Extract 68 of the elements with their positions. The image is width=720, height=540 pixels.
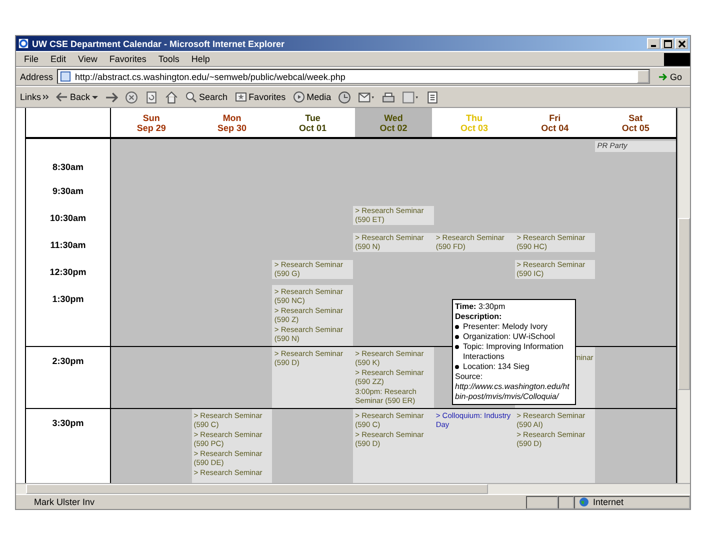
description-label: Description: xyxy=(455,312,502,321)
browser-logo-icon xyxy=(18,38,29,49)
day-header: Thu Oct 03 xyxy=(459,112,489,135)
back-arrow-icon xyxy=(56,92,68,102)
star-folder-icon xyxy=(234,91,247,103)
menu-item[interactable]: Favorites xyxy=(109,54,146,64)
search-button[interactable]: Search xyxy=(185,91,228,103)
time-label: 3:30pm xyxy=(52,418,84,428)
event-time: 3:30pm xyxy=(478,302,506,311)
time-label: 11:30am xyxy=(50,240,86,250)
forward-arrow-icon[interactable] xyxy=(105,90,118,104)
time-label: 12:30pm xyxy=(50,267,86,277)
globe-icon xyxy=(579,497,589,507)
minimize-button[interactable] xyxy=(647,38,660,49)
play-icon xyxy=(292,91,305,103)
time-label: 2:30pm xyxy=(52,356,84,366)
close-icon xyxy=(678,40,686,48)
day-header: Mon Sep 30 xyxy=(216,112,248,135)
status-text: Mark Ulster Inv xyxy=(33,497,96,507)
menu-item[interactable]: Tools xyxy=(158,54,180,64)
refresh-icon[interactable] xyxy=(145,90,158,104)
maximize-button[interactable] xyxy=(661,38,674,49)
time-label: 10:30am xyxy=(50,213,86,223)
description-item: Location: 134 Sieg xyxy=(463,362,530,372)
minimize-icon xyxy=(651,45,656,47)
time-label: Time: xyxy=(455,302,476,311)
description-item: Presenter: Melody Ivory xyxy=(463,322,548,332)
menu-item[interactable]: File xyxy=(24,54,39,64)
edit-icon[interactable] xyxy=(402,90,420,104)
home-icon[interactable] xyxy=(165,90,178,104)
close-button[interactable] xyxy=(675,38,688,49)
favorites-button[interactable]: Favorites xyxy=(234,91,286,103)
media-button[interactable]: Media xyxy=(292,91,332,103)
time-label: 9:30am xyxy=(52,186,84,196)
time-label: 1:30pm xyxy=(52,294,84,304)
maximize-icon xyxy=(664,40,672,48)
time-label: 8:30am xyxy=(52,162,84,172)
stop-icon[interactable] xyxy=(125,90,138,104)
back-button[interactable]: Back xyxy=(56,92,90,102)
mail-icon[interactable] xyxy=(358,90,376,104)
address-field[interactable]: http://abstract.cs.washington.edu/~semweb/public/webcal/week.php xyxy=(57,69,650,84)
menu-item[interactable]: View xyxy=(78,54,98,64)
menu-item[interactable]: Help xyxy=(191,54,210,64)
search-icon xyxy=(185,91,198,103)
window-title: UW CSE Department Calendar - Microsoft Internet Explorer xyxy=(32,38,285,48)
page-icon xyxy=(60,71,72,82)
history-icon[interactable] xyxy=(338,90,352,104)
description-item: Topic: Improving Information Interactions xyxy=(463,342,564,362)
day-header: Tue Oct 01 xyxy=(298,112,328,135)
chevron-icon[interactable] xyxy=(43,94,50,100)
discuss-icon[interactable] xyxy=(426,90,440,104)
links-button[interactable]: Links xyxy=(20,92,42,102)
description-item: Organization: UW-iSchool xyxy=(463,332,555,342)
print-icon[interactable] xyxy=(382,90,396,104)
address-label: Address xyxy=(20,72,54,82)
day-header: Sun Sep 29 xyxy=(136,112,167,135)
caret-icon[interactable] xyxy=(92,94,98,100)
zone-indicator: Internet xyxy=(574,496,690,508)
day-header: Wed Oct 02 xyxy=(355,108,432,137)
menu-item[interactable]: Edit xyxy=(50,54,66,64)
arrow-right-icon xyxy=(658,72,668,82)
vertical-scrollbar[interactable] xyxy=(677,108,690,483)
horizontal-scrollbar[interactable] xyxy=(16,483,690,494)
go-button[interactable]: Go xyxy=(654,72,686,82)
source-url: http://www.cs.washington.edu/htbin-post/mvis/mvis/Colloquia/ xyxy=(455,382,570,402)
day-header: Sat Oct 05 xyxy=(620,112,650,135)
day-header: Fri Oct 04 xyxy=(540,112,570,135)
source-label: Source: xyxy=(455,372,483,381)
